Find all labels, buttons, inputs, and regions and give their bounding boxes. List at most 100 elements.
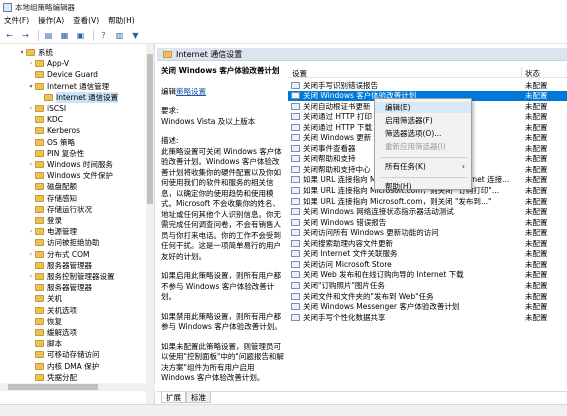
tree-item[interactable]: 访问被拒绝协助 [0,237,100,248]
context-menu-item[interactable]: 所有任务(K) › [375,161,471,172]
folder-icon [35,373,44,381]
policy-row[interactable]: 关闭 Web 发布和在线订购向导的 Internet 下载 未配置 [288,270,567,280]
folder-icon [35,351,44,359]
policy-row[interactable]: 关闭手写个性化数据共享 未配置 [288,312,567,322]
policy-row[interactable]: 如果 URL 连接指向 Microsoft.com，则关闭 "发布到..." 未配… [288,196,567,206]
expand-arrow-icon[interactable]: › [27,161,35,168]
policy-row[interactable]: 关闭搜索助理内容文件更新 未配置 [288,238,567,248]
policy-row[interactable]: 关闭 Windows 网络连接状态指示器活动测试 未配置 [288,207,567,217]
up-folder-icon[interactable]: ▤ [42,29,55,42]
policy-row[interactable]: 关闭手写识别错误报告 未配置 [288,80,567,90]
context-menu-item[interactable]: 编辑(E) [375,102,471,113]
tree-item[interactable]: Kerberos [0,125,80,136]
disabled-text: 如果禁用此策略设置，则所有用户都参与 Windows 客户体验改善计划。 [161,311,282,332]
tree-item[interactable]: 内核 DMA 保护 [0,361,99,372]
tree-item[interactable]: KDC [0,114,63,125]
tree-item[interactable]: Device Guard [0,69,98,80]
folder-icon [35,273,44,280]
context-menu-label: 重新应用筛选器(I) [385,142,446,151]
folder-icon [35,228,44,236]
tree-item[interactable]: 可移动存储访问 [0,349,100,360]
column-state[interactable]: 状态 [525,68,540,79]
tree-hscroll-thumb[interactable] [8,384,98,390]
forward-icon[interactable]: → [19,29,32,42]
policy-row[interactable]: 关闭文件和文件夹的"发布到 Web"任务 未配置 [288,291,567,301]
tree-item[interactable]: 恢复 [0,316,62,327]
expand-arrow-icon[interactable]: ▾ [18,49,26,56]
context-menu-item[interactable]: 帮助(H) [375,181,471,192]
tree-item[interactable]: › iSCSI [0,103,66,114]
tree-item[interactable]: 脚本 [0,338,62,349]
filter-icon[interactable]: ▼ [129,29,142,42]
menu-view[interactable]: 查看(V) [73,15,99,26]
tree-item[interactable]: › Windows 时间服务 [0,159,113,170]
context-menu-item[interactable]: 启用筛选器(F) [375,115,471,126]
tree-item[interactable]: 存储运行状况 [0,204,92,215]
policy-row[interactable]: 关闭"订购照片"图片任务 未配置 [288,280,567,290]
tree-item-label: 访问被拒绝协助 [47,238,100,248]
menu-action[interactable]: 操作(A) [38,15,64,26]
help-icon[interactable]: ? [97,29,110,42]
back-icon[interactable]: ← [3,29,16,42]
show-hide-tree-icon[interactable]: ▦ [58,29,71,42]
column-divider[interactable] [521,67,522,77]
tab-standard[interactable]: 标准 [186,392,211,403]
tree-item-label: 服务控制管理器设置 [47,272,115,281]
properties-icon[interactable]: ▥ [113,29,126,42]
tree-item[interactable]: Internet 通信设置 [0,91,119,103]
tree-item[interactable]: › 服务控制管理器设置 [0,271,115,282]
tree-vertical-scrollbar[interactable] [146,44,154,416]
tree-item[interactable]: Windows 文件保护 [0,170,113,181]
tree-item[interactable]: 存储感知 [0,193,77,204]
expand-arrow-icon[interactable]: › [27,273,35,280]
tree-scroll-thumb[interactable] [147,54,153,204]
expand-arrow-icon[interactable]: ▾ [27,83,35,90]
column-setting[interactable]: 设置 [292,68,307,79]
policy-row[interactable]: 关闭 Windows 错误报告 未配置 [288,217,567,227]
tree-item[interactable]: ▾ Internet 通信管理 [0,81,109,92]
tree-item[interactable]: 登录 [0,215,62,226]
tree-item[interactable]: 磁盘配额 [0,181,77,192]
policy-name: 关闭手写个性化数据共享 [303,312,386,322]
tree-item[interactable]: PIN 复杂性 [0,148,84,159]
tree-item[interactable]: 服务器管理器 [0,282,92,293]
tree-item[interactable]: › 电源管理 [0,226,77,237]
policy-row[interactable]: 关闭 Windows Messenger 客户体验改善计划 未配置 [288,302,567,312]
context-menu-label: 编辑(E) [385,103,411,112]
tree-item[interactable]: › 分布式 COM [0,249,90,260]
policy-row[interactable]: 关闭 Internet 文件关联服务 未配置 [288,249,567,259]
tree-item-label: 关机选项 [47,305,77,315]
folder-icon [35,205,44,213]
context-menu-item[interactable]: 筛选器选项(O)... [375,128,471,139]
tab-extended[interactable]: 扩展 [161,392,186,403]
window-title: 本地组策略编辑器 [15,2,75,12]
expand-arrow-icon[interactable]: › [27,251,35,258]
expand-arrow-icon[interactable]: › [27,228,35,235]
edit-prefix: 编辑 [161,86,176,96]
tree-item[interactable]: › App-V [0,58,69,69]
policy-setting-icon [291,292,300,300]
menu-help[interactable]: 帮助(H) [108,15,135,26]
export-list-icon[interactable]: ▣ [74,29,87,42]
requirements-label: 要求: [161,106,179,115]
tree-item[interactable]: OS 策略 [0,137,75,148]
expand-arrow-icon[interactable]: › [27,105,35,112]
tree-item-label: 缓解选项 [47,328,77,337]
tree-item[interactable]: 关机 [0,293,62,304]
context-menu-label: 筛选器选项(O)... [385,129,442,138]
status-bar [0,404,567,416]
expand-arrow-icon[interactable]: › [27,60,35,67]
tree-item[interactable]: 关机选项 [0,305,77,316]
tree-item[interactable]: ▾ 系统 [0,47,53,58]
tree-item[interactable]: 凭据分配 [0,372,77,383]
menu-file[interactable]: 文件(F) [4,15,29,26]
tree-item[interactable]: 服务器管理器 [0,260,92,271]
policy-setting-icon [291,250,300,258]
edit-policy-link[interactable]: 策略设置 [176,87,206,96]
tree-item[interactable]: 缓解选项 [0,327,77,338]
policy-row[interactable]: 关闭访问所有 Windows 更新功能的访问 未配置 [288,228,567,238]
policy-row[interactable]: 关闭访问 Microsoft Store 未配置 [288,259,567,269]
policy-setting-icon [291,144,300,152]
tree-item-label: 凭据分配 [47,372,77,382]
tree-horizontal-scrollbar[interactable] [0,383,155,391]
